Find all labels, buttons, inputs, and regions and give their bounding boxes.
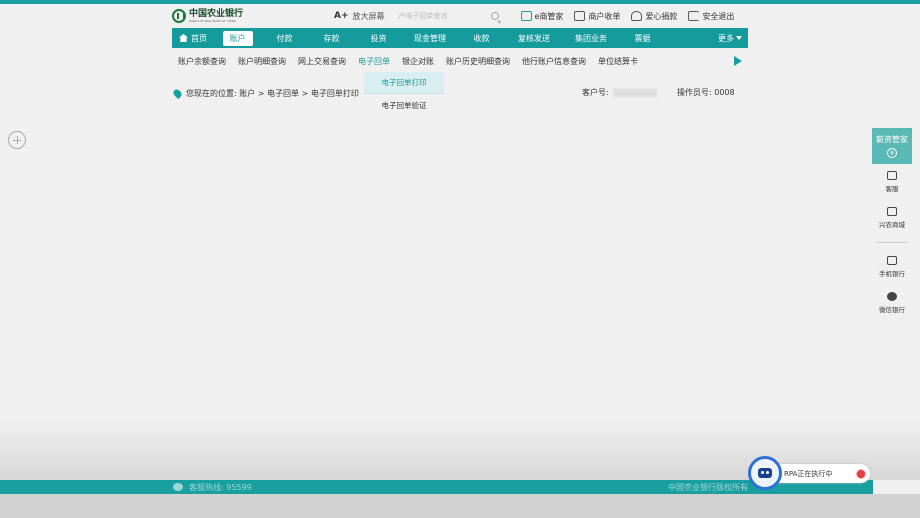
nav-payment[interactable]: 付款 <box>261 28 308 48</box>
subnav-history[interactable]: 账户历史明细查询 <box>440 56 516 67</box>
nav-account[interactable]: 账户 <box>214 28 261 48</box>
nav-investment[interactable]: 投资 <box>355 28 402 48</box>
robot-icon <box>758 468 772 478</box>
merchant-icon <box>574 11 586 21</box>
zoom-prefix: A+ <box>334 11 349 21</box>
rpa-status-text: RPA正在执行中 <box>784 469 833 478</box>
hotline-text: 客服热线: 95599 <box>189 482 252 492</box>
nav-home[interactable]: 首页 <box>172 28 214 48</box>
search-input[interactable]: 户电子回单查询 <box>399 9 499 23</box>
rpa-status-widget[interactable]: RPA正在执行中 <box>748 456 870 492</box>
top-accent-bar <box>0 0 920 4</box>
customer-number-masked <box>612 88 657 97</box>
nav-bills[interactable]: 票据 <box>619 28 666 48</box>
footer: 客服热线: 95599 中国农业银行版权所有 <box>0 480 873 494</box>
nav-cash-management[interactable]: 现金管理 <box>402 28 458 48</box>
subnav-reconcile[interactable]: 银企对账 <box>396 56 440 67</box>
location-pin-icon <box>171 87 184 99</box>
header: 中国农业银行 AGRICULTURAL BANK OF CHINA A+ 放大屏… <box>172 6 748 26</box>
salary-manager-button[interactable]: 薪资管家 ¥ <box>872 128 912 164</box>
customer-service-button[interactable]: 客服 <box>872 164 912 200</box>
home-icon <box>179 34 188 42</box>
sub-nav: 账户余额查询 账户明细查询 网上交易查询 电子回单 银企对账 账户历史明细查询 … <box>172 53 748 69</box>
headset-icon <box>887 171 897 180</box>
donation-link[interactable]: 爱心捐款 <box>631 11 677 22</box>
breadcrumb-text: 您现在的位置: 账户 > 电子回单 > 电子回单打印 <box>186 88 359 98</box>
monitor-icon <box>887 207 897 216</box>
operator-number: 操作员号: 0008 <box>677 88 735 97</box>
nav-review-send[interactable]: 复核发送 <box>505 28 563 48</box>
zoom-label: 放大屏幕 <box>352 11 385 21</box>
customer-number: 客户号: <box>582 87 657 98</box>
subnav-details[interactable]: 账户明细查询 <box>232 56 292 67</box>
subnav-other-bank[interactable]: 他行账户信息查询 <box>516 56 592 67</box>
search-placeholder: 户电子回单查询 <box>398 12 448 20</box>
search-icon[interactable] <box>490 12 499 20</box>
main-nav: 首页 账户 付款 存款 投资 现金管理 收款 复核发送 集团业务 票据 更多 <box>172 28 748 48</box>
exit-icon <box>688 11 700 21</box>
logo-text-cn: 中国农业银行 <box>189 9 244 19</box>
subnav-settlement-card[interactable]: 单位结算卡 <box>592 56 644 67</box>
phone-icon <box>173 483 183 491</box>
stop-icon[interactable] <box>856 469 866 479</box>
subnav-e-receipt[interactable]: 电子回单 <box>352 56 396 67</box>
caret-down-icon <box>736 36 742 40</box>
merchant-link[interactable]: 商户收单 <box>574 11 620 22</box>
subnav-online-tx[interactable]: 网上交易查询 <box>292 56 352 67</box>
heart-hand-icon <box>631 11 643 21</box>
logo-text-en: AGRICULTURAL BANK OF CHINA <box>189 19 237 23</box>
coin-icon: ¥ <box>887 148 897 158</box>
xingnong-mall-button[interactable]: 兴农商城 <box>872 200 912 236</box>
side-divider <box>876 242 908 243</box>
nav-collection[interactable]: 收款 <box>458 28 505 48</box>
header-links: e商管家 商户收单 爱心捐款 安全退出 <box>520 11 734 22</box>
side-panel: 薪资管家 ¥ 客服 兴农商城 手机银行 微信银行 <box>872 128 912 321</box>
wechat-bank-button[interactable]: 微信银行 <box>872 285 912 321</box>
scroll-right-icon[interactable] <box>734 56 742 66</box>
copyright-text: 中国农业银行版权所有 <box>668 482 748 492</box>
logout-link[interactable]: 安全退出 <box>688 11 734 22</box>
nav-group-business[interactable]: 集团业务 <box>563 28 619 48</box>
rpa-robot-avatar[interactable] <box>748 456 782 490</box>
ecommerce-icon <box>520 11 532 21</box>
nav-more[interactable]: 更多 <box>712 28 748 48</box>
bank-logo[interactable]: 中国农业银行 AGRICULTURAL BANK OF CHINA <box>172 9 262 23</box>
breadcrumb: 您现在的位置: 账户 > 电子回单 > 电子回单打印 <box>171 86 748 100</box>
zoom-button[interactable]: A+ 放大屏幕 <box>334 11 385 22</box>
nav-deposit[interactable]: 存款 <box>308 28 355 48</box>
qr-code-icon <box>887 256 897 265</box>
ecommerce-link[interactable]: e商管家 <box>520 11 563 22</box>
subnav-balance[interactable]: 账户余额查询 <box>172 56 232 67</box>
page-bottom <box>0 494 920 518</box>
add-circle-icon[interactable] <box>8 131 26 149</box>
mobile-bank-button[interactable]: 手机银行 <box>872 249 912 285</box>
abc-logo-icon <box>172 9 186 23</box>
wechat-icon <box>887 292 897 301</box>
